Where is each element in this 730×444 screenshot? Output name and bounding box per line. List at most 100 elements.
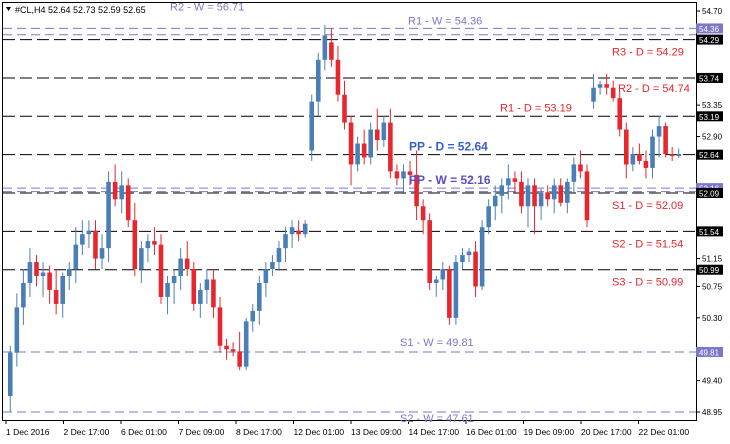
candle-body: [571, 164, 577, 182]
level-label: S2 - D = 51.54: [612, 238, 683, 250]
x-tick-label: 7 Dec 09:00: [179, 427, 225, 437]
x-tick-label: 20 Dec 17:00: [581, 427, 632, 437]
y-tick-label: 54.70: [702, 7, 723, 16]
y-tick-label: 50.30: [702, 314, 723, 323]
candle-body: [447, 269, 452, 318]
candle-body: [624, 129, 629, 165]
level-label: S1 - W = 49.81: [400, 337, 474, 349]
level-label: PP - W = 52.16: [409, 173, 491, 187]
level-axis-tag-text: 53.74: [699, 74, 720, 83]
x-tick-label: 6 Dec 01:00: [121, 427, 167, 437]
candle-body: [276, 248, 282, 263]
x-tick-label: 14 Dec 17:00: [409, 427, 460, 437]
candle-body: [368, 129, 374, 158]
candle-body: [34, 262, 39, 277]
candle-body: [617, 98, 623, 130]
candle-body: [165, 282, 170, 297]
level-label: S3 - D = 50.99: [612, 277, 683, 289]
candle-body: [211, 279, 216, 308]
x-tick-label: 8 Dec 17:00: [236, 427, 282, 437]
candle-body: [374, 129, 380, 141]
candle-body: [656, 126, 662, 137]
candle-body: [486, 206, 491, 228]
price-chart[interactable]: 54.70 54.29 53.74 53.35 52.90 52.64 52.09 51.54…: [0, 0, 730, 444]
y-tick-label: 50.75: [702, 282, 723, 291]
candle-body: [125, 185, 131, 221]
level-axis-tag-text: 52.09: [699, 190, 720, 199]
candle-body: [60, 276, 65, 304]
candle-body: [361, 143, 367, 158]
candle-body: [257, 282, 262, 311]
level-label: R2 - W = 56.71: [170, 1, 244, 13]
candle-body: [270, 262, 275, 270]
candle-body: [21, 282, 26, 308]
candle-body: [224, 345, 229, 350]
candle-body: [519, 181, 524, 207]
candle-body: [669, 153, 675, 157]
candle-body: [597, 84, 603, 88]
candle-body: [394, 171, 400, 179]
candle-body: [302, 223, 308, 235]
level-axis-tag-text: 50.99: [699, 266, 720, 275]
symbol-header: #CL,H4 52.64 52.73 52.59 52.65: [6, 5, 146, 15]
candle-body: [27, 262, 33, 283]
candle-body: [178, 258, 183, 277]
candle-body: [466, 251, 472, 256]
candle-body: [578, 164, 583, 172]
candle-body: [329, 42, 334, 60]
price-axis: 54.70 54.29 53.74 53.35 52.90 52.64 52.09 51.54…: [696, 7, 723, 417]
candle-body: [47, 272, 52, 290]
candle-body: [14, 307, 20, 353]
candle-body: [322, 35, 328, 60]
candle-body: [296, 230, 301, 235]
level-axis-tag-text: 54.29: [699, 36, 720, 45]
candle-body: [637, 153, 642, 161]
candle-body: [643, 160, 649, 168]
candle-body: [355, 143, 360, 165]
candle-body: [73, 244, 79, 270]
candle-body: [243, 321, 249, 367]
y-tick-label: 52.90: [702, 133, 723, 142]
candle-body: [171, 276, 177, 283]
candle-body: [80, 234, 85, 245]
candle-body: [499, 185, 505, 196]
level-axis-tag-text: 51.54: [699, 228, 720, 237]
candle-body: [591, 87, 596, 102]
candle-body: [650, 136, 655, 168]
candle-body: [184, 258, 190, 270]
candle-body: [506, 178, 511, 186]
candle-body: [663, 126, 668, 154]
candle-body: [545, 192, 550, 200]
candle-body: [610, 87, 616, 99]
candle-body: [283, 234, 288, 249]
candle-body: [427, 220, 432, 283]
candle-body: [93, 230, 98, 259]
level-label: R2 - D = 54.74: [618, 83, 690, 95]
level-axis-tag-text: 53.19: [699, 113, 720, 122]
candle-body: [132, 220, 138, 270]
candle-body: [315, 59, 321, 102]
candle-body: [512, 178, 518, 182]
candle-body: [99, 248, 105, 259]
level-axis-tag-text: 54.36: [699, 25, 720, 34]
x-tick-label: 12 Dec 01:00: [294, 427, 345, 437]
candle-body: [558, 185, 564, 203]
candle-body: [309, 101, 315, 151]
candle-body: [250, 310, 256, 322]
level-axis-tag-text: 49.81: [699, 349, 720, 358]
candle-body: [492, 195, 498, 207]
candle-body: [119, 185, 124, 200]
time-axis: 1 Dec 2016 2 Dec 17:00 6 Dec 01:00 7 Dec 09…: [5, 420, 689, 437]
candle-body: [145, 241, 151, 249]
candle-body: [525, 185, 531, 207]
candle-body: [453, 262, 459, 318]
candle-body: [289, 227, 295, 235]
candle-body: [348, 122, 354, 165]
candle-body: [204, 279, 210, 290]
candle-body: [473, 251, 478, 287]
symbol-header-text: #CL,H4 52.64 52.73 52.59 52.65: [15, 5, 146, 15]
candle-body: [630, 153, 636, 165]
candle-body: [440, 269, 446, 280]
candle-body: [230, 349, 236, 352]
x-tick-label: 2 Dec 17:00: [64, 427, 110, 437]
